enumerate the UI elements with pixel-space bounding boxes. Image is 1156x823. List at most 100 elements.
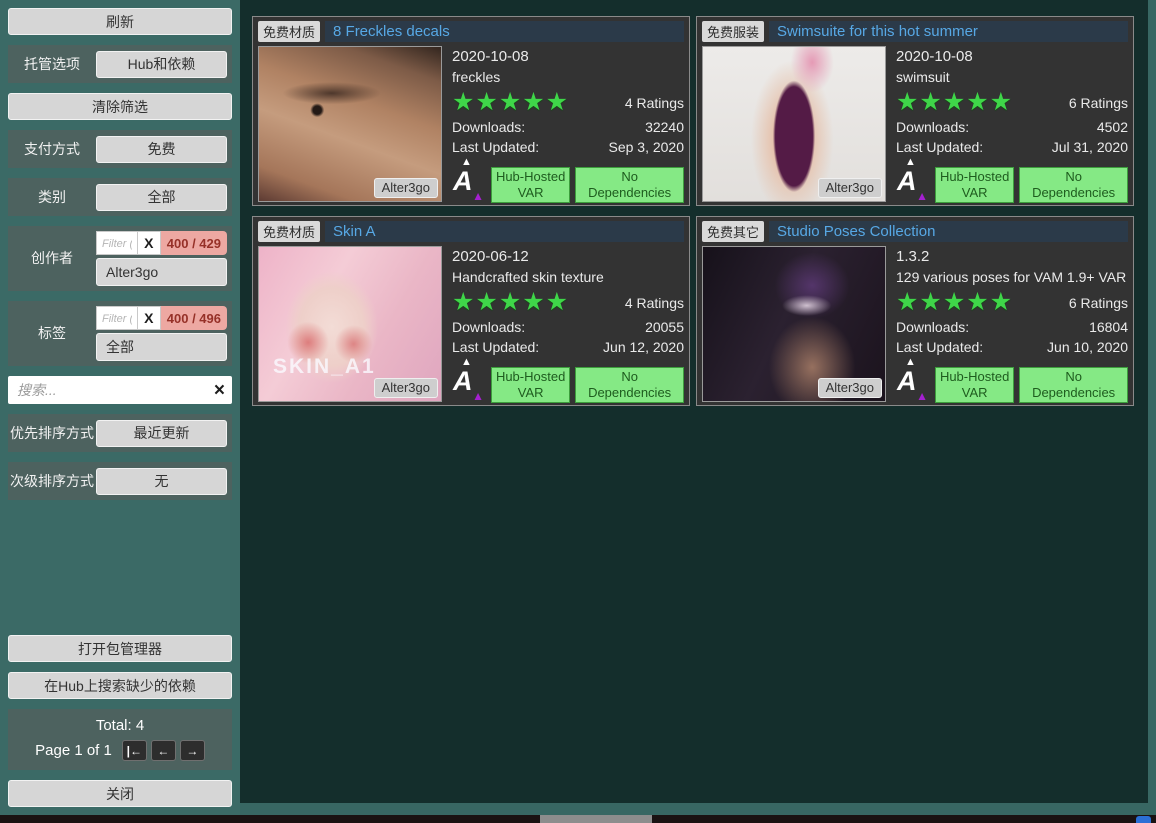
downloads-value: 20055 (645, 317, 684, 337)
hub-hosted-var-badge[interactable]: Hub-Hosted VAR (491, 167, 570, 203)
category-badge: 免费材质 (258, 21, 320, 42)
downloads-label: Downloads: (452, 317, 525, 337)
resource-card[interactable]: 免费服装 Swimsuite for this hot summer Alter… (696, 16, 1134, 206)
creator-badge: Alter3go (818, 378, 882, 398)
tags-select[interactable]: 全部 (96, 333, 227, 361)
resource-thumbnail[interactable]: SKIN_A1 Alter3go (258, 246, 442, 402)
description-text: 129 various poses for VAM 1.9+ VAR (896, 267, 1128, 288)
open-package-manager-button[interactable]: 打开包管理器 (8, 635, 232, 662)
description-text: Handcrafted skin texture (452, 267, 684, 288)
page-indicator: Page 1 of 1 (35, 742, 112, 759)
creator-select[interactable]: Alter3go (96, 258, 227, 286)
resource-title-link[interactable]: Skin A (325, 221, 684, 242)
next-page-icon[interactable]: → (180, 740, 205, 761)
category-badge: 免费材质 (258, 221, 320, 242)
search-clear-icon[interactable]: × (214, 381, 225, 400)
primary-sort-select[interactable]: 最近更新 (96, 420, 227, 447)
no-dependencies-badge[interactable]: No Dependencies (1019, 167, 1128, 203)
logo-letter: A (453, 368, 473, 395)
no-dependencies-badge[interactable]: No Dependencies (575, 167, 684, 203)
close-button[interactable]: 关闭 (8, 780, 232, 807)
no-dependencies-badge[interactable]: No Dependencies (575, 367, 684, 403)
creator-badge: Alter3go (818, 178, 882, 198)
hosting-options-row: 托管选项 Hub和依赖 (8, 45, 232, 83)
logo-letter: A (453, 168, 473, 195)
secondary-sort-select[interactable]: 无 (96, 468, 227, 495)
payment-type-label: 支付方式 (8, 141, 96, 158)
tags-label: 标签 (8, 325, 96, 342)
last-updated-label: Last Updated: (452, 137, 539, 157)
tags-filter-input[interactable] (96, 306, 137, 330)
star-rating: ★★★★★ (896, 290, 1013, 315)
resource-card[interactable]: 免费其它 Studio Poses Collection Alter3go 1.… (696, 216, 1134, 406)
category-label: 类别 (8, 189, 96, 206)
version-text: 2020-10-08 (896, 46, 1128, 67)
description-text: swimsuit (896, 67, 1128, 88)
find-missing-dependencies-button[interactable]: 在Hub上搜索缺少的依赖 (8, 672, 232, 699)
resource-title-link[interactable]: 8 Freckles decals (325, 21, 684, 42)
ratings-count: 6 Ratings (1069, 295, 1128, 311)
refresh-button[interactable]: 刷新 (8, 8, 232, 35)
last-updated-value: Jun 12, 2020 (603, 337, 684, 357)
downloads-value: 32240 (645, 117, 684, 137)
search-input[interactable] (15, 381, 214, 399)
hub-hosted-var-badge[interactable]: Hub-Hosted VAR (935, 367, 1014, 403)
payment-type-select[interactable]: 免费 (96, 136, 227, 163)
logo-purple-triangle-icon: ▲ (916, 190, 928, 202)
creator-badge: Alter3go (374, 178, 438, 198)
last-updated-label: Last Updated: (896, 137, 983, 157)
secondary-sort-label: 次级排序方式 (8, 473, 96, 490)
secondary-sort-row: 次级排序方式 无 (8, 462, 232, 500)
no-dependencies-badge[interactable]: No Dependencies (1019, 367, 1128, 403)
resource-thumbnail[interactable]: Alter3go (702, 246, 886, 402)
card-grid: 免费材质 8 Freckles decals Alter3go 2020-10-… (252, 16, 1148, 406)
category-badge: 免费其它 (702, 221, 764, 242)
logo-letter: A (897, 168, 917, 195)
resource-card[interactable]: 免费材质 Skin A SKIN_A1 Alter3go 2020-06-12 … (252, 216, 690, 406)
hub-hosted-var-badge[interactable]: Hub-Hosted VAR (491, 367, 570, 403)
screenshot-root: 刷新 托管选项 Hub和依赖 清除筛选 支付方式 免费 类别 全部 创作者 X (0, 0, 1156, 823)
category-select[interactable]: 全部 (96, 184, 227, 211)
star-rating: ★★★★★ (452, 90, 569, 115)
description-text: freckles (452, 67, 684, 88)
results-panel: 免费材质 8 Freckles decals Alter3go 2020-10-… (240, 0, 1148, 803)
payment-type-row: 支付方式 免费 (8, 130, 232, 168)
last-updated-value: Jul 31, 2020 (1052, 137, 1128, 157)
total-count: Total: 4 (16, 717, 224, 734)
downloads-label: Downloads: (452, 117, 525, 137)
creator-filter-input[interactable] (96, 231, 137, 255)
thumbnail-overlay-text: SKIN_A1 (273, 355, 376, 379)
downloads-value: 4502 (1097, 117, 1128, 137)
primary-sort-row: 优先排序方式 最近更新 (8, 414, 232, 452)
first-page-icon[interactable]: |← (122, 740, 147, 761)
prev-page-icon[interactable]: ← (151, 740, 176, 761)
logo-purple-triangle-icon: ▲ (472, 190, 484, 202)
downloads-value: 16804 (1089, 317, 1128, 337)
star-rating: ★★★★★ (896, 90, 1013, 115)
tags-filter-clear-icon[interactable]: X (137, 306, 161, 330)
taskbar-icon-fragment (1136, 816, 1151, 823)
creator-filter-clear-icon[interactable]: X (137, 231, 161, 255)
logo-purple-triangle-icon: ▲ (916, 390, 928, 402)
resource-card[interactable]: 免费材质 8 Freckles decals Alter3go 2020-10-… (252, 16, 690, 206)
clear-filters-button[interactable]: 清除筛选 (8, 93, 232, 120)
alter3go-logo-icon: ▲ A ▲ (452, 357, 486, 403)
primary-sort-label: 优先排序方式 (8, 425, 96, 442)
pagination-panel: Total: 4 Page 1 of 1 |← ← → (8, 709, 232, 770)
hub-hosted-var-badge[interactable]: Hub-Hosted VAR (935, 167, 1014, 203)
last-updated-value: Jun 10, 2020 (1047, 337, 1128, 357)
alter3go-logo-icon: ▲ A ▲ (896, 357, 930, 403)
resource-thumbnail[interactable]: Alter3go (702, 46, 886, 202)
version-text: 2020-10-08 (452, 46, 684, 67)
alter3go-logo-icon: ▲ A ▲ (896, 157, 930, 203)
hosting-options-select[interactable]: Hub和依赖 (96, 51, 227, 78)
search-box: × (8, 376, 232, 404)
category-row: 类别 全部 (8, 178, 232, 216)
last-updated-label: Last Updated: (896, 337, 983, 357)
alter3go-logo-icon: ▲ A ▲ (452, 157, 486, 203)
tags-row: 标签 X 400 / 496 全部 (8, 301, 232, 366)
star-rating: ★★★★★ (452, 290, 569, 315)
resource-title-link[interactable]: Swimsuite for this hot summer (769, 21, 1128, 42)
resource-thumbnail[interactable]: Alter3go (258, 46, 442, 202)
resource-title-link[interactable]: Studio Poses Collection (769, 221, 1128, 242)
